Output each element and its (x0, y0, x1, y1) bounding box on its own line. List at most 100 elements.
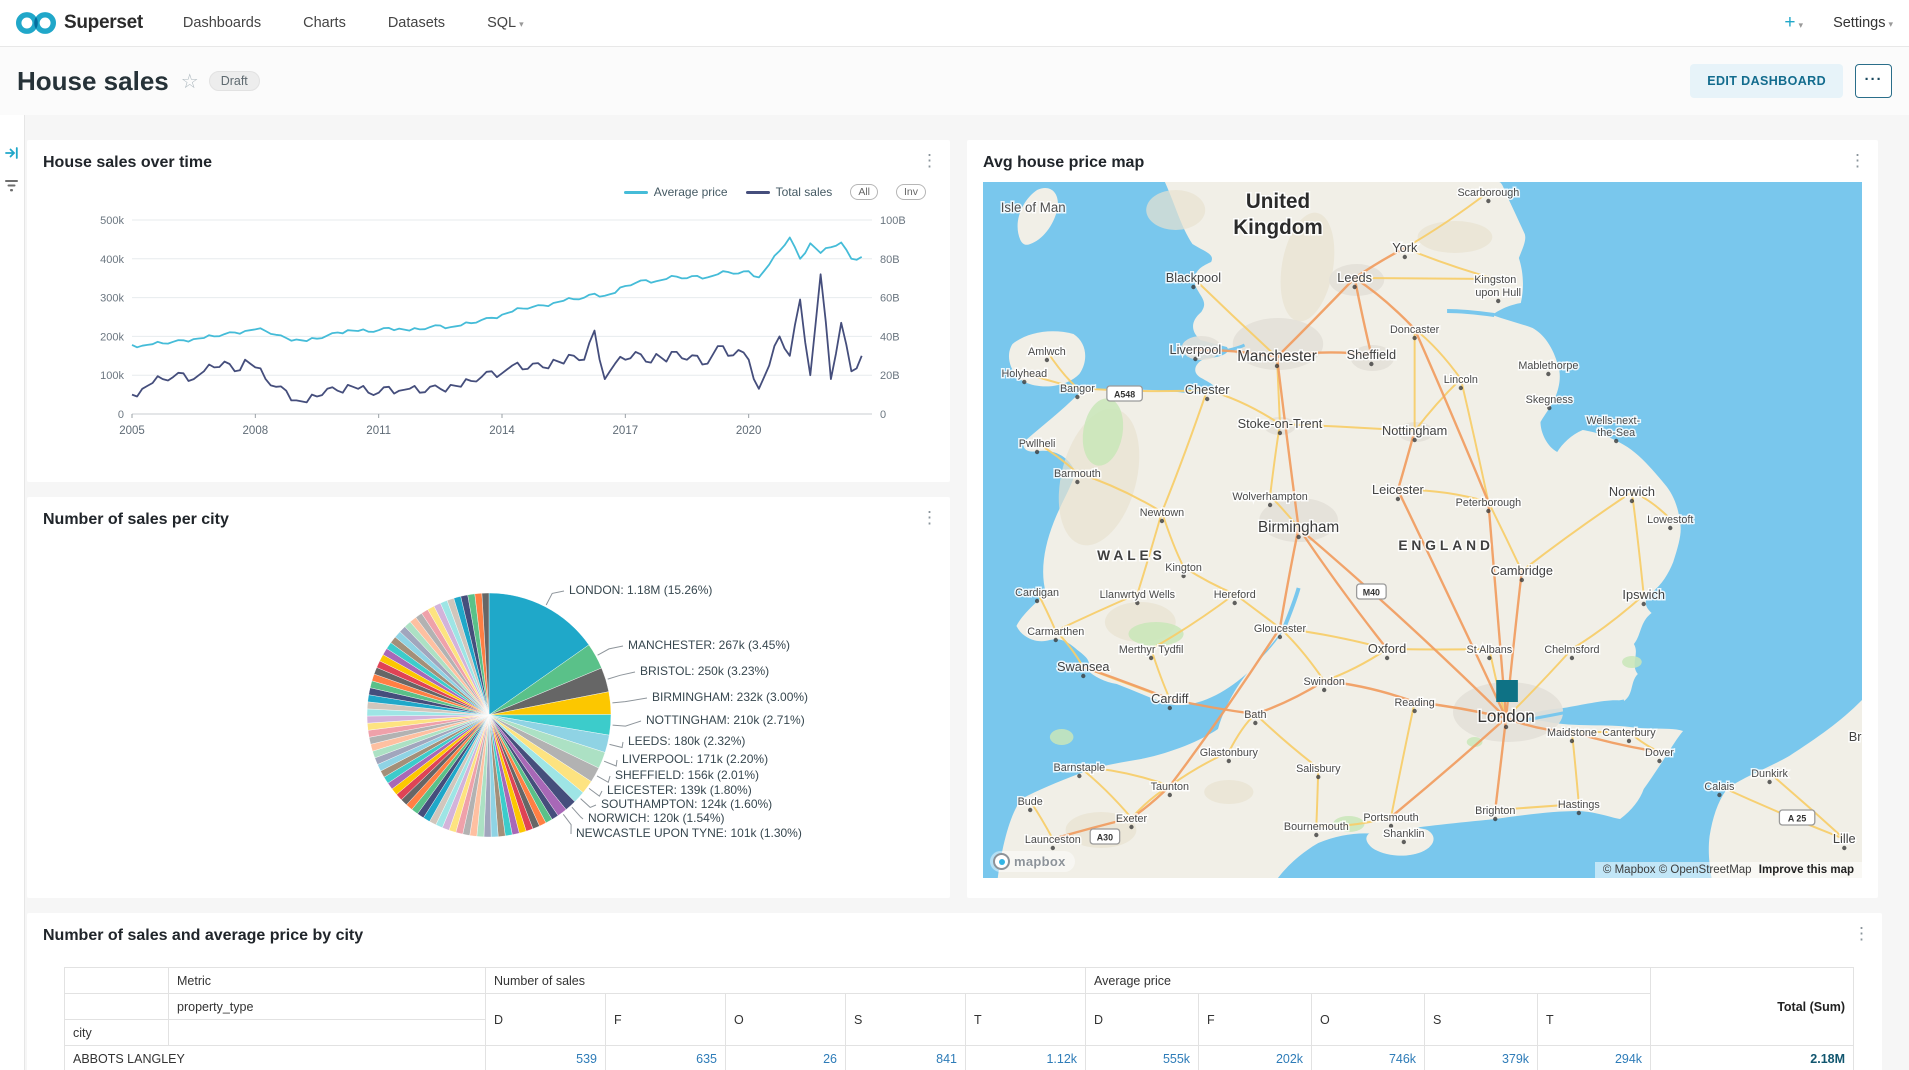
improve-map-link[interactable]: Improve this map (1759, 864, 1854, 876)
svg-text:Brighton: Brighton (1475, 805, 1515, 817)
svg-text:Carmarthen: Carmarthen (1027, 626, 1084, 638)
svg-text:upon Hull: upon Hull (1475, 287, 1521, 299)
zoom-inverse-button[interactable]: Inv (896, 184, 926, 200)
property-type-col-header: O (1312, 994, 1425, 1046)
table-header-cell (169, 1020, 486, 1046)
pivot-table-grid: MetricNumber of salesAverage priceTotal … (64, 967, 1854, 1070)
chart-title: Number of sales and average price by cit… (43, 927, 1866, 945)
chart-card-sales-per-city: Number of sales per city ⋮ LONDON: 1.18M… (27, 497, 950, 898)
svg-text:Portsmouth: Portsmouth (1363, 812, 1418, 824)
svg-text:A30: A30 (1097, 832, 1113, 842)
svg-text:Manchester: Manchester (1237, 348, 1317, 365)
svg-text:Calais: Calais (1704, 781, 1735, 793)
svg-text:100B: 100B (880, 215, 906, 227)
svg-text:0: 0 (880, 409, 886, 421)
pivot-table: MetricNumber of salesAverage priceTotal … (27, 967, 1882, 1070)
svg-text:Cambridge: Cambridge (1491, 563, 1553, 578)
total-cell: 2.18M (1651, 1046, 1854, 1070)
svg-text:Reading: Reading (1395, 697, 1435, 709)
svg-text:Kington: Kington (1165, 562, 1202, 574)
svg-text:ENGLAND: ENGLAND (1398, 537, 1494, 553)
metric-header: Metric (169, 968, 486, 994)
chart-kebab-menu-icon[interactable]: ⋮ (921, 509, 938, 526)
pie-chart[interactable]: LONDON: 1.18M (15.26%)MANCHESTER: 267k (… (27, 497, 950, 898)
property-type-col-header: F (606, 994, 726, 1046)
chevron-down-icon: ▾ (519, 19, 524, 29)
svg-text:2014: 2014 (489, 425, 515, 437)
infinity-logo-icon (16, 10, 56, 36)
nav-item-datasets[interactable]: Datasets (388, 15, 445, 31)
osm-attribution-link[interactable]: © OpenStreetMap (1659, 864, 1752, 876)
chart-kebab-menu-icon[interactable]: ⋮ (1849, 152, 1866, 169)
svg-text:Barnstaple: Barnstaple (1054, 762, 1106, 774)
chart-kebab-menu-icon[interactable]: ⋮ (921, 152, 938, 169)
property-type-header: property_type (169, 994, 486, 1020)
favorite-star-icon[interactable]: ☆ (181, 69, 199, 94)
svg-text:Wolverhampton: Wolverhampton (1232, 491, 1307, 503)
svg-text:2011: 2011 (366, 425, 391, 437)
svg-text:Wells-next-: Wells-next- (1586, 415, 1640, 427)
svg-text:the-Sea: the-Sea (1597, 427, 1636, 439)
svg-text:Dunkirk: Dunkirk (1751, 768, 1788, 780)
svg-text:Stoke-on-Trent: Stoke-on-Trent (1238, 416, 1323, 431)
brand-name: Superset (64, 12, 143, 34)
svg-text:2008: 2008 (243, 425, 269, 437)
svg-text:London: London (1477, 706, 1534, 726)
svg-text:300k: 300k (100, 293, 124, 305)
svg-text:LIVERPOOL: 171k (2.20%): LIVERPOOL: 171k (2.20%) (622, 752, 768, 766)
svg-text:Br: Br (1849, 729, 1862, 744)
value-cell: 1.12k (966, 1046, 1086, 1070)
mapbox-logo-icon (993, 853, 1010, 870)
zoom-all-button[interactable]: All (850, 184, 878, 200)
svg-text:Cardiff: Cardiff (1151, 691, 1189, 706)
table-header-cell (65, 994, 169, 1020)
superset-logo[interactable]: Superset (16, 10, 143, 36)
svg-text:Skegness: Skegness (1526, 394, 1574, 406)
settings-menu[interactable]: Settings▾ (1833, 15, 1893, 31)
time-series-chart[interactable]: 00100k20B200k40B300k60B400k80B500k100B20… (27, 202, 950, 487)
mapbox-logo[interactable]: mapbox (990, 851, 1075, 872)
svg-text:Lincoln: Lincoln (1444, 374, 1478, 386)
nav-item-sql[interactable]: SQL▾ (487, 15, 524, 31)
chart-title: Avg house price map (983, 154, 1862, 172)
svg-text:Birmingham: Birmingham (1258, 519, 1339, 536)
total-sum-header: Total (Sum) (1651, 968, 1854, 1046)
svg-text:United: United (1246, 190, 1310, 213)
svg-text:BRISTOL: 250k (3.23%): BRISTOL: 250k (3.23%) (640, 664, 769, 678)
chart-title: House sales over time (43, 154, 934, 172)
filter-funnel-icon[interactable] (4, 179, 20, 193)
svg-text:Lille: Lille (1833, 831, 1856, 846)
expand-filter-bar-icon[interactable] (4, 145, 20, 161)
nav-item-charts[interactable]: Charts (303, 15, 346, 31)
chart-legend: Average price Total sales All Inv (27, 172, 950, 202)
mapbox-attribution-link[interactable]: © Mapbox (1603, 864, 1656, 876)
filter-bar-collapsed (0, 115, 25, 1070)
legend-swatch (624, 191, 648, 194)
value-cell: 635 (606, 1046, 726, 1070)
svg-text:A 25: A 25 (1788, 813, 1806, 823)
svg-text:20B: 20B (880, 370, 900, 382)
legend-item-average-price[interactable]: Average price (624, 185, 728, 199)
svg-text:2017: 2017 (613, 425, 639, 437)
map-canvas[interactable]: Isle of ManUnitedKingdomScarboroughBlack… (983, 182, 1862, 878)
edit-dashboard-button[interactable]: EDIT DASHBOARD (1690, 64, 1843, 98)
property-type-col-header: D (486, 994, 606, 1046)
draft-status-badge[interactable]: Draft (209, 71, 260, 91)
city-cell: ABBOTS LANGLEY (65, 1046, 486, 1070)
uk-map[interactable]: Isle of ManUnitedKingdomScarboroughBlack… (983, 182, 1862, 878)
property-type-col-header: T (966, 994, 1086, 1046)
svg-text:Bournemouth: Bournemouth (1284, 821, 1349, 833)
nav-item-dashboards[interactable]: Dashboards (183, 15, 261, 31)
value-cell: 202k (1199, 1046, 1312, 1070)
value-cell: 841 (846, 1046, 966, 1070)
legend-item-total-sales[interactable]: Total sales (746, 185, 833, 199)
svg-text:40B: 40B (880, 331, 900, 343)
svg-text:Ipswich: Ipswich (1622, 587, 1665, 602)
new-item-button[interactable]: +▾ (1784, 12, 1803, 34)
more-options-button[interactable]: ··· (1855, 64, 1892, 98)
city-header: city (65, 1020, 169, 1046)
svg-text:Blackpool: Blackpool (1166, 270, 1221, 285)
svg-text:NOTTINGHAM: 210k (2.71%): NOTTINGHAM: 210k (2.71%) (646, 713, 805, 727)
chart-kebab-menu-icon[interactable]: ⋮ (1853, 925, 1870, 942)
property-type-col-header: O (726, 994, 846, 1046)
